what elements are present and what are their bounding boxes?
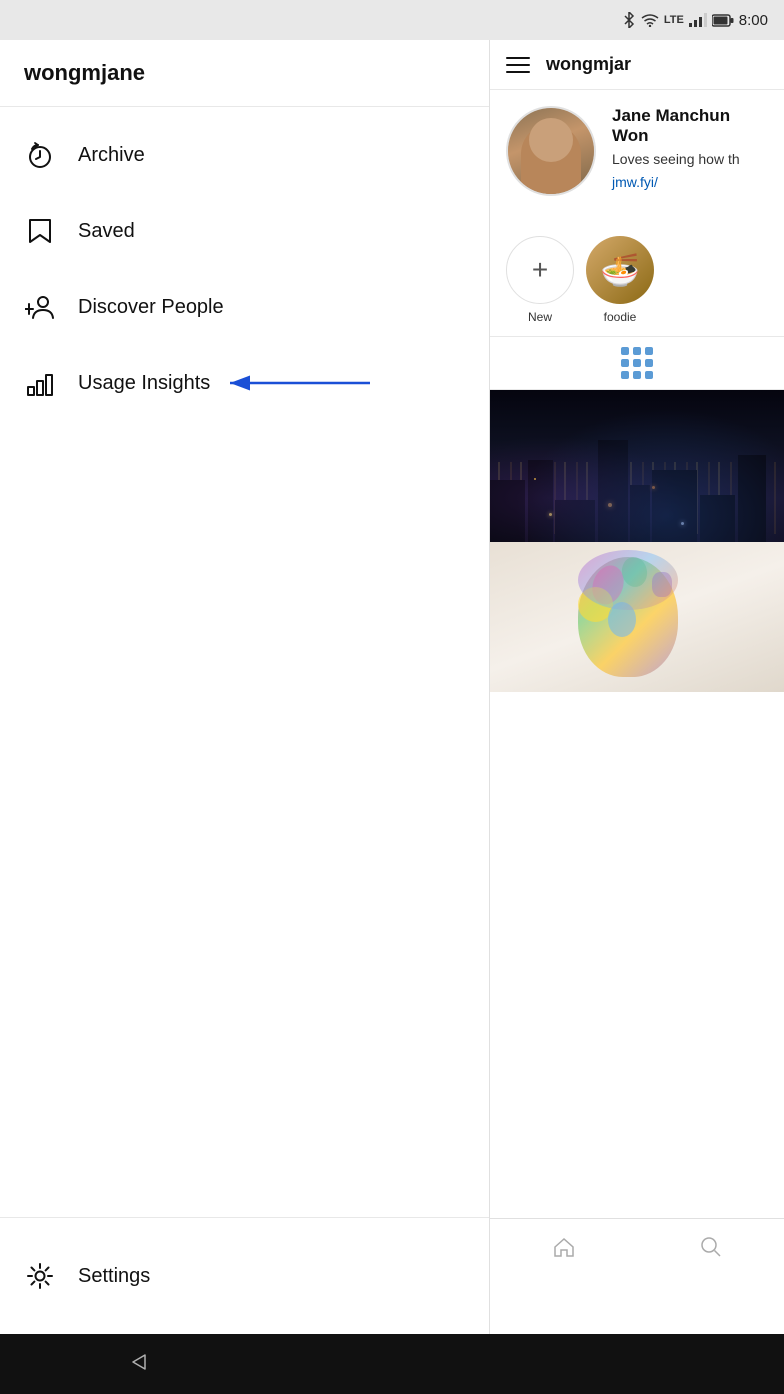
profile-name-section: Jane Manchun Won Loves seeing how th jmw…: [612, 106, 768, 190]
home-nav-button[interactable]: [550, 1233, 578, 1261]
story-foodie-circle[interactable]: [586, 236, 654, 304]
photo-cell-art[interactable]: [490, 542, 784, 692]
grid-dot: [633, 371, 641, 379]
profile-bio: Loves seeing how th: [612, 150, 768, 170]
story-new-label: New: [528, 310, 552, 324]
profile-info: Jane Manchun Won Loves seeing how th jmw…: [490, 90, 784, 224]
art-image: [490, 542, 784, 692]
hamburger-line: [506, 71, 530, 73]
bluetooth-icon: [622, 12, 636, 28]
profile-top: Jane Manchun Won Loves seeing how th jmw…: [506, 106, 768, 196]
art-splotch: [652, 572, 672, 597]
art-splotch: [620, 555, 650, 589]
profile-name: Jane Manchun Won: [612, 106, 768, 146]
grid-dot: [645, 371, 653, 379]
grid-dot: [621, 359, 629, 367]
status-time: 8:00: [739, 12, 768, 29]
profile-header: wongmjar: [490, 40, 784, 90]
city-light: [549, 513, 552, 516]
annotation-arrow: [220, 358, 380, 408]
sidebar-item-archive[interactable]: Archive: [0, 117, 489, 193]
status-icons: LTE 8:00: [622, 12, 768, 29]
story-new-circle[interactable]: +: [506, 236, 574, 304]
city-light: [608, 503, 612, 507]
grid-dot: [645, 347, 653, 355]
battery-icon: [712, 14, 734, 27]
city-light: [534, 478, 536, 480]
grid-dot: [621, 347, 629, 355]
hamburger-line: [506, 64, 530, 66]
wifi-icon: [641, 13, 659, 27]
archive-icon: [24, 139, 56, 171]
grid-tabs: [490, 337, 784, 390]
insights-icon: [24, 367, 56, 399]
signal-icon: [689, 13, 707, 27]
settings-label: Settings: [78, 1265, 150, 1288]
hamburger-menu-button[interactable]: [506, 57, 530, 73]
main-screen: wongmjane Archive: [0, 40, 784, 1334]
discover-icon: [24, 291, 56, 323]
photo-grid: [490, 390, 784, 1334]
grid-dot: [645, 359, 653, 367]
city-light: [652, 486, 655, 489]
sidebar-item-insights[interactable]: Usage Insights: [0, 345, 489, 421]
stories-row: + New foodie: [490, 224, 784, 337]
art-splotch: [587, 561, 629, 609]
insights-label: Usage Insights: [78, 372, 210, 395]
profile-panel: wongmjar Jane Manchun Won Loves seeing h…: [490, 40, 784, 1334]
status-bar: LTE 8:00: [0, 0, 784, 40]
sidebar-footer: Settings: [0, 1217, 489, 1334]
lte-label: LTE: [664, 14, 684, 26]
discover-label: Discover People: [78, 296, 224, 319]
grid-dot: [633, 347, 641, 355]
sidebar-header: wongmjane: [0, 40, 489, 107]
sidebar-username: wongmjane: [24, 60, 145, 85]
city-light: [681, 522, 684, 525]
avatar: [506, 106, 596, 196]
back-button[interactable]: [127, 1351, 149, 1378]
sidebar-item-discover[interactable]: Discover People: [0, 269, 489, 345]
sidebar-item-saved[interactable]: Saved: [0, 193, 489, 269]
grid-dot: [621, 371, 629, 379]
bottom-nav: [490, 1218, 784, 1274]
art-splotch: [608, 602, 636, 637]
sidebar-drawer: wongmjane Archive: [0, 40, 490, 1334]
story-foodie[interactable]: foodie: [586, 236, 654, 324]
avatar-image: [508, 108, 594, 194]
settings-icon: [24, 1260, 56, 1292]
story-new[interactable]: + New: [506, 236, 574, 324]
saved-icon: [24, 215, 56, 247]
profile-link[interactable]: jmw.fyi/: [612, 174, 768, 190]
grid-dot: [633, 359, 641, 367]
sidebar-item-settings[interactable]: Settings: [24, 1238, 465, 1314]
archive-label: Archive: [78, 144, 145, 167]
grid-view-icon[interactable]: [621, 347, 653, 379]
search-nav-button[interactable]: [697, 1233, 725, 1261]
story-foodie-label: foodie: [604, 310, 637, 324]
header-username: wongmjar: [546, 54, 631, 75]
sidebar-menu: Archive Saved: [0, 107, 489, 1217]
hamburger-line: [506, 57, 530, 59]
android-nav-bar: [0, 1334, 784, 1394]
saved-label: Saved: [78, 220, 135, 243]
